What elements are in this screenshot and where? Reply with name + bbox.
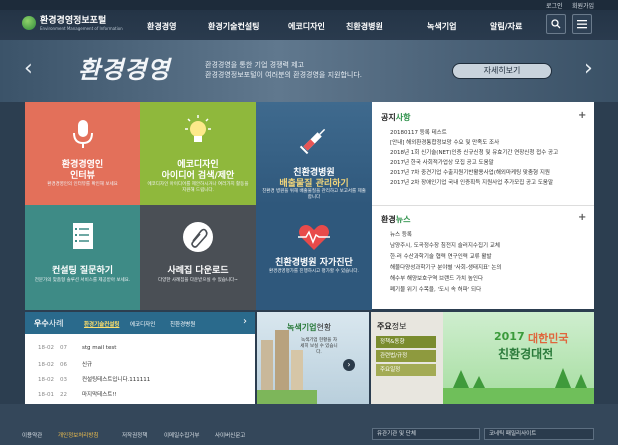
notice-more-plus-icon[interactable]: + xyxy=(578,110,586,121)
hero-line-1: 환경경영을 통한 기업 경쟁력 제고 xyxy=(205,61,305,69)
case-row[interactable]: 18-01 22 마지막테스트!! xyxy=(38,390,117,398)
logo-subtitle: Environment Management of Information xyxy=(40,25,123,31)
tile-hospital-self-check-title: 친환경병원 자가진단 xyxy=(275,258,353,268)
search-icon xyxy=(551,19,561,29)
case-row[interactable]: 18-02 06 신규 xyxy=(38,360,92,368)
arrow-right-icon[interactable]: › xyxy=(343,359,355,371)
news-more-plus-icon[interactable]: + xyxy=(578,212,586,223)
logo-title: 환경경영정보포털 xyxy=(40,15,107,26)
related-orgs-select[interactable]: 유관기관 및 단체 xyxy=(372,428,480,440)
nav-eco-design[interactable]: 에코디자인 xyxy=(288,21,325,32)
tile-eco-idea-desc: 에코디자인 아이디어를 제안하시거나 여러가지 활동을 지원해 드립니다. xyxy=(147,182,249,193)
join-link[interactable]: 회원가입 xyxy=(572,1,594,10)
case-row[interactable]: 18-02 07 stg mail test xyxy=(38,345,116,351)
tile-env-interview[interactable]: 환경경영인 인터뷰 환경경영인의 인터뷰를 확인해 보세요 xyxy=(25,102,140,205)
logo-icon xyxy=(22,16,36,30)
footer-privacy-link[interactable]: 개인정보처리방침 xyxy=(58,431,98,439)
tile-casebook-download-desc: 다양한 사례집을 다운받으실 수 있습니다~ xyxy=(158,278,238,283)
notice-item[interactable]: [안내] 해외환경통합정보망 수요 및 만족도 조사 xyxy=(390,138,590,146)
case-row[interactable]: 18-02 03 컨설팅테스트입니다.111111 xyxy=(38,375,150,383)
footer-email-refusal-link[interactable]: 이메일수집거부 xyxy=(164,431,199,439)
news-item[interactable]: 폐기물 위기 수목을, '도시 속 허파' 되다 xyxy=(390,285,590,293)
paperclip-icon xyxy=(183,222,213,252)
tile-hospital-emission-title2: 배출물질 관리하기 xyxy=(279,179,349,189)
major-info-schedule[interactable]: 주요일정 xyxy=(376,364,436,376)
tile-hospital-emission-desc: 친환경 병원을 위해 배출물질을 관리하고 보고서를 제출합니다 xyxy=(262,189,366,200)
menu-button[interactable] xyxy=(572,14,592,34)
site-logo[interactable]: 환경경영정보포털 Environment Management of Infor… xyxy=(22,13,123,33)
nav-env-tech-consulting[interactable]: 환경기술컨설팅 xyxy=(208,21,260,32)
footer-terms-link[interactable]: 이용약관 xyxy=(22,431,42,439)
notice-item[interactable]: 2018년 1회 신기술(NET)인증 신규신청 및 유효기간 연장신청 접수 … xyxy=(390,148,590,156)
major-info-heading: 주요정보 xyxy=(377,322,407,331)
more-button[interactable]: 자세히보기 xyxy=(452,63,552,79)
trees-image xyxy=(443,368,594,404)
expo-line-1: 대한민국 xyxy=(528,332,569,345)
news-item[interactable]: 뉴스 등록 xyxy=(390,230,590,238)
hero-next-arrow-icon[interactable]: › xyxy=(584,58,593,80)
utility-bar xyxy=(0,0,618,10)
tab-env-tech-consulting[interactable]: 환경기술컨설팅 xyxy=(84,320,119,328)
nav-eco-hospital[interactable]: 친환경병원 xyxy=(346,21,383,32)
tab-eco-design[interactable]: 에코디자인 xyxy=(130,320,155,328)
microphone-icon xyxy=(72,120,93,148)
lightbulb-icon xyxy=(185,115,211,142)
notice-item[interactable]: 20180117 등록 테스트 xyxy=(390,128,590,136)
nav-green-company[interactable]: 녹색기업 xyxy=(427,21,456,32)
heart-pulse-icon xyxy=(298,225,330,250)
tile-eco-idea[interactable]: 에코디자인 아이디어 검색/제안 에코디자인 아이디어를 제안하시거나 여러가지… xyxy=(140,102,256,205)
notice-item[interactable]: 2017년 한국 사회적가업상 모집 공고 도움말 xyxy=(390,158,590,166)
hero-prev-arrow-icon[interactable]: ‹ xyxy=(24,58,33,80)
green-company-desc: 녹색기업 현황을 자세히 보실 수 있습니다. xyxy=(300,338,338,355)
tab-eco-hospital[interactable]: 친환경병원 xyxy=(170,320,195,328)
tile-consulting-question-desc: 전문가의 맞춤형 솔루션 서비스를 제공받아 보세요. xyxy=(34,278,131,283)
notice-heading: 공지사항 xyxy=(381,113,411,122)
notice-item[interactable]: 2017년 7차 중견기업 수출지원기반활용사업(해외마케팅 맞춤형 지원 xyxy=(390,168,590,176)
tile-hospital-self-check[interactable]: 친환경병원 자가진단 환경경영평가를 진행하시고 평가할 수 있습니다. xyxy=(256,205,372,310)
news-item[interactable]: 해물다양성과학기구 분야별 '사회-생태지표' 논의 xyxy=(390,263,590,271)
nav-env-management[interactable]: 환경경영 xyxy=(147,21,176,32)
best-cases-heading: 우수사례 xyxy=(34,319,64,328)
green-company-heading: 녹색기업현황 xyxy=(287,323,332,332)
tile-consulting-question-title: 컨설팅 질문하기 xyxy=(51,266,114,276)
nav-notices-data[interactable]: 알림/자료 xyxy=(490,21,522,32)
tile-hospital-emission[interactable]: 친환경병원 배출물질 관리하기 친환경 병원을 위해 배출물질을 관리하고 보고… xyxy=(256,102,372,205)
tile-casebook-download-title: 사례집 다운로드 xyxy=(167,266,229,276)
tile-env-interview-title2: 인터뷰 xyxy=(70,171,95,181)
news-item[interactable]: 해수부 해양보호구역 브랜드 가치 높인다 xyxy=(390,274,590,282)
hamburger-icon xyxy=(577,20,587,29)
tile-eco-idea-title2: 아이디어 검색/제안 xyxy=(161,171,235,181)
family-site-select[interactable]: 코네틱 패밀리사이트 xyxy=(484,428,594,440)
news-heading: 환경뉴스 xyxy=(381,215,411,224)
expo-year: 2017 xyxy=(494,330,525,343)
tile-casebook-download[interactable]: 사례집 다운로드 다양한 사례집을 다운받으실 수 있습니다~ xyxy=(140,205,256,310)
divider xyxy=(372,205,594,206)
major-info-policy-trend[interactable]: 정책&동향 xyxy=(376,336,436,348)
tile-env-interview-desc: 환경경영인의 인터뷰를 확인해 보세요 xyxy=(47,182,118,187)
hero-title: 환경경영 xyxy=(78,55,171,84)
footer-cyber-petition-link[interactable]: 사이버신문고 xyxy=(215,431,245,439)
news-item[interactable]: 남양주시, 도곡정수장 침전지 슬러지수집기 교체 xyxy=(390,241,590,249)
tile-hospital-self-check-desc: 환경경영평가를 진행하시고 평가할 수 있습니다. xyxy=(269,269,359,274)
footer-copyright-link[interactable]: 저작권정책 xyxy=(122,431,147,439)
checklist-icon xyxy=(72,223,93,249)
notice-item[interactable]: 2017년 2차 장애인기업 국내 인증획득 지원사업 추가모집 공고 도움말 xyxy=(390,178,590,186)
tile-consulting-question[interactable]: 컨설팅 질문하기 전문가의 맞춤형 솔루션 서비스를 제공받아 보세요. xyxy=(25,205,140,310)
news-item[interactable]: 한·러 수산과학기술 협력 연구인력 교류 활발 xyxy=(390,252,590,260)
syringe-icon xyxy=(299,128,326,155)
login-link[interactable]: 로그인 xyxy=(546,1,563,10)
major-info-laws[interactable]: 관련법/규정 xyxy=(376,350,436,362)
chevron-right-icon[interactable]: › xyxy=(243,316,247,327)
hero-line-2: 환경경영정보포털이 여러분의 환경경영을 지원합니다. xyxy=(205,71,363,79)
search-button[interactable] xyxy=(546,14,566,34)
expo-line-2: 친환경대전 xyxy=(498,347,554,361)
